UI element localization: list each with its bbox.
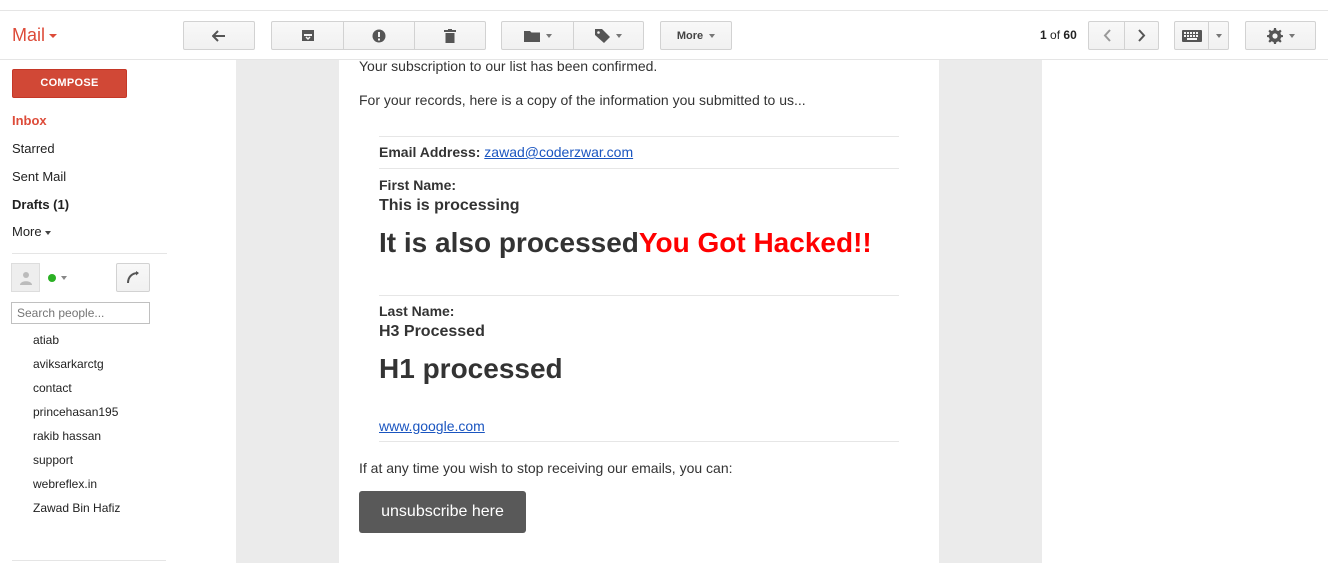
back-arrow-icon — [212, 29, 225, 42]
sidebar-item-sent-mail[interactable]: Sent Mail — [12, 169, 66, 184]
gear-icon — [1266, 27, 1283, 44]
newer-button[interactable] — [1089, 22, 1124, 49]
avatar[interactable] — [11, 263, 40, 292]
pager-count: 1 of 60 — [1040, 28, 1077, 42]
confirmation-text: Your subscription to our list has been c… — [359, 58, 658, 74]
contact-item[interactable]: aviksarkarctg — [33, 357, 104, 371]
sidebar-item-inbox[interactable]: Inbox — [12, 113, 47, 128]
input-tools-button[interactable] — [1175, 22, 1208, 49]
top-bar — [0, 0, 1328, 11]
divider — [12, 253, 167, 254]
last-name-h1: H1 processed — [379, 353, 563, 384]
email-address-link[interactable]: zawad@coderzwar.com — [484, 144, 633, 160]
contact-item[interactable]: princehasan195 — [33, 405, 118, 419]
divider — [12, 560, 166, 561]
unsubscribe-button[interactable]: unsubscribe here — [359, 491, 526, 533]
contact-item[interactable]: contact — [33, 381, 72, 395]
trash-icon — [444, 28, 456, 43]
chevron-right-icon — [1138, 29, 1146, 42]
divider — [379, 441, 899, 442]
alert-icon — [372, 29, 386, 42]
first-name-h1-text: It is also processed — [379, 227, 639, 258]
sidebar-item-more[interactable]: More — [12, 224, 51, 239]
action-button-group — [271, 21, 486, 50]
divider — [379, 136, 899, 137]
pager-of: of — [1050, 28, 1061, 42]
email-address-row: Email Address: zawad@coderzwar.com — [379, 144, 633, 160]
website-link[interactable]: www.google.com — [379, 418, 485, 434]
first-name-label: First Name: — [379, 177, 457, 193]
pager-current: 1 — [1040, 28, 1047, 42]
move-label-button-group — [501, 21, 644, 50]
chevron-left-icon — [1103, 29, 1111, 42]
report-spam-button[interactable] — [344, 22, 414, 49]
pager-buttons — [1088, 21, 1159, 50]
unsubscribe-text: If at any time you wish to stop receivin… — [359, 460, 733, 476]
contact-item[interactable]: support — [33, 453, 73, 467]
labels-button[interactable] — [574, 22, 643, 49]
pager-total: 60 — [1063, 28, 1077, 42]
chevron-down-icon — [545, 33, 552, 38]
hacked-text: You Got Hacked!! — [638, 227, 872, 258]
more-actions-label: More — [676, 29, 704, 42]
search-people-input[interactable] — [11, 302, 150, 324]
sidebar: COMPOSE Inbox Starred Sent Mail Drafts (… — [0, 60, 236, 563]
older-button[interactable] — [1125, 22, 1159, 49]
divider — [379, 295, 899, 296]
person-icon — [19, 271, 32, 285]
last-name-h3: H3 Processed — [379, 323, 485, 340]
email-address-label: Email Address: — [379, 144, 481, 160]
back-button[interactable] — [183, 21, 255, 50]
move-to-button[interactable] — [502, 22, 573, 49]
compose-button[interactable]: COMPOSE — [12, 69, 127, 98]
chevron-down-icon — [49, 34, 58, 39]
contact-item[interactable]: Zawad Bin Hafiz — [33, 501, 120, 515]
chevron-down-icon — [44, 230, 51, 235]
mail-menu[interactable]: Mail — [12, 25, 58, 46]
contact-item[interactable]: rakib hassan — [33, 429, 101, 443]
chevron-down-icon — [1216, 33, 1222, 38]
more-actions-button[interactable]: More — [660, 21, 732, 50]
online-status-icon[interactable] — [48, 274, 56, 282]
folder-icon — [523, 31, 540, 42]
chevron-down-icon — [1288, 33, 1295, 38]
delete-button[interactable] — [415, 22, 485, 49]
chevron-down-icon[interactable] — [61, 276, 67, 280]
settings-button[interactable] — [1245, 21, 1316, 50]
records-text: For your records, here is a copy of the … — [359, 92, 806, 108]
tag-icon — [595, 28, 610, 43]
first-name-h1: It is also processedYou Got Hacked!! — [379, 227, 872, 259]
last-name-label: Last Name: — [379, 303, 455, 319]
toolbar: Mail More 1 of 60 — [0, 11, 1328, 60]
sidebar-item-starred[interactable]: Starred — [12, 141, 55, 156]
contact-item[interactable]: atiab — [33, 333, 59, 347]
mail-label: Mail — [12, 25, 46, 45]
archive-icon — [301, 30, 314, 41]
phone-icon — [127, 270, 139, 283]
first-name-h3: This is processing — [379, 197, 520, 214]
website-row: www.google.com — [379, 418, 485, 434]
chevron-down-icon — [709, 33, 716, 38]
call-phone-button[interactable] — [116, 263, 150, 292]
input-tools-button-group — [1174, 21, 1229, 50]
email-body: Your subscription to our list has been c… — [339, 58, 939, 563]
chevron-down-icon — [616, 33, 622, 38]
divider — [379, 168, 899, 169]
contact-item[interactable]: webreflex.in — [33, 477, 97, 491]
archive-button[interactable] — [272, 22, 343, 49]
sidebar-more-label: More — [12, 224, 42, 239]
input-tools-dropdown[interactable] — [1209, 22, 1229, 49]
keyboard-icon — [1181, 29, 1202, 42]
sidebar-item-drafts[interactable]: Drafts (1) — [12, 197, 69, 212]
